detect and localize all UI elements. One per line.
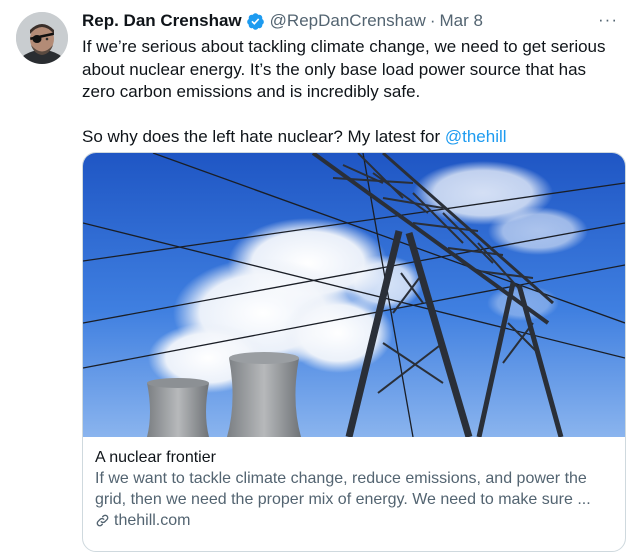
verified-badge-icon bbox=[246, 12, 265, 31]
tweet-header: Rep. Dan Crenshaw @RepDanCrenshaw · Mar … bbox=[82, 8, 628, 34]
author-handle[interactable]: @RepDanCrenshaw bbox=[270, 11, 426, 31]
card-body: A nuclear frontier If we want to tackle … bbox=[83, 437, 625, 531]
card-description: If we want to tackle climate change, red… bbox=[95, 470, 591, 508]
card-title: A nuclear frontier bbox=[95, 449, 216, 466]
header-separator: · bbox=[429, 11, 436, 30]
author-name[interactable]: Rep. Dan Crenshaw bbox=[82, 11, 242, 31]
tweet-paragraph-2: So why does the left hate nuclear? My la… bbox=[82, 126, 622, 149]
card-domain-text: thehill.com bbox=[114, 512, 191, 529]
mention-link[interactable]: @thehill bbox=[445, 127, 507, 146]
tweet[interactable]: Rep. Dan Crenshaw @RepDanCrenshaw · Mar … bbox=[0, 0, 640, 555]
more-options-icon[interactable]: ··· bbox=[596, 10, 620, 30]
card-domain: thehill.com bbox=[95, 510, 613, 531]
tweet-content: Rep. Dan Crenshaw @RepDanCrenshaw · Mar … bbox=[82, 8, 628, 552]
link-card[interactable]: A nuclear frontier If we want to tackle … bbox=[82, 152, 626, 552]
tweet-date[interactable]: Mar 8 bbox=[440, 11, 483, 31]
tweet-text: If we’re serious about tackling climate … bbox=[82, 36, 622, 148]
tweet-paragraph-2-text: So why does the left hate nuclear? My la… bbox=[82, 126, 445, 146]
card-image bbox=[83, 153, 625, 437]
tweet-paragraph-1: If we’re serious about tackling climate … bbox=[82, 37, 606, 101]
avatar[interactable] bbox=[16, 12, 68, 64]
link-icon bbox=[95, 513, 110, 528]
